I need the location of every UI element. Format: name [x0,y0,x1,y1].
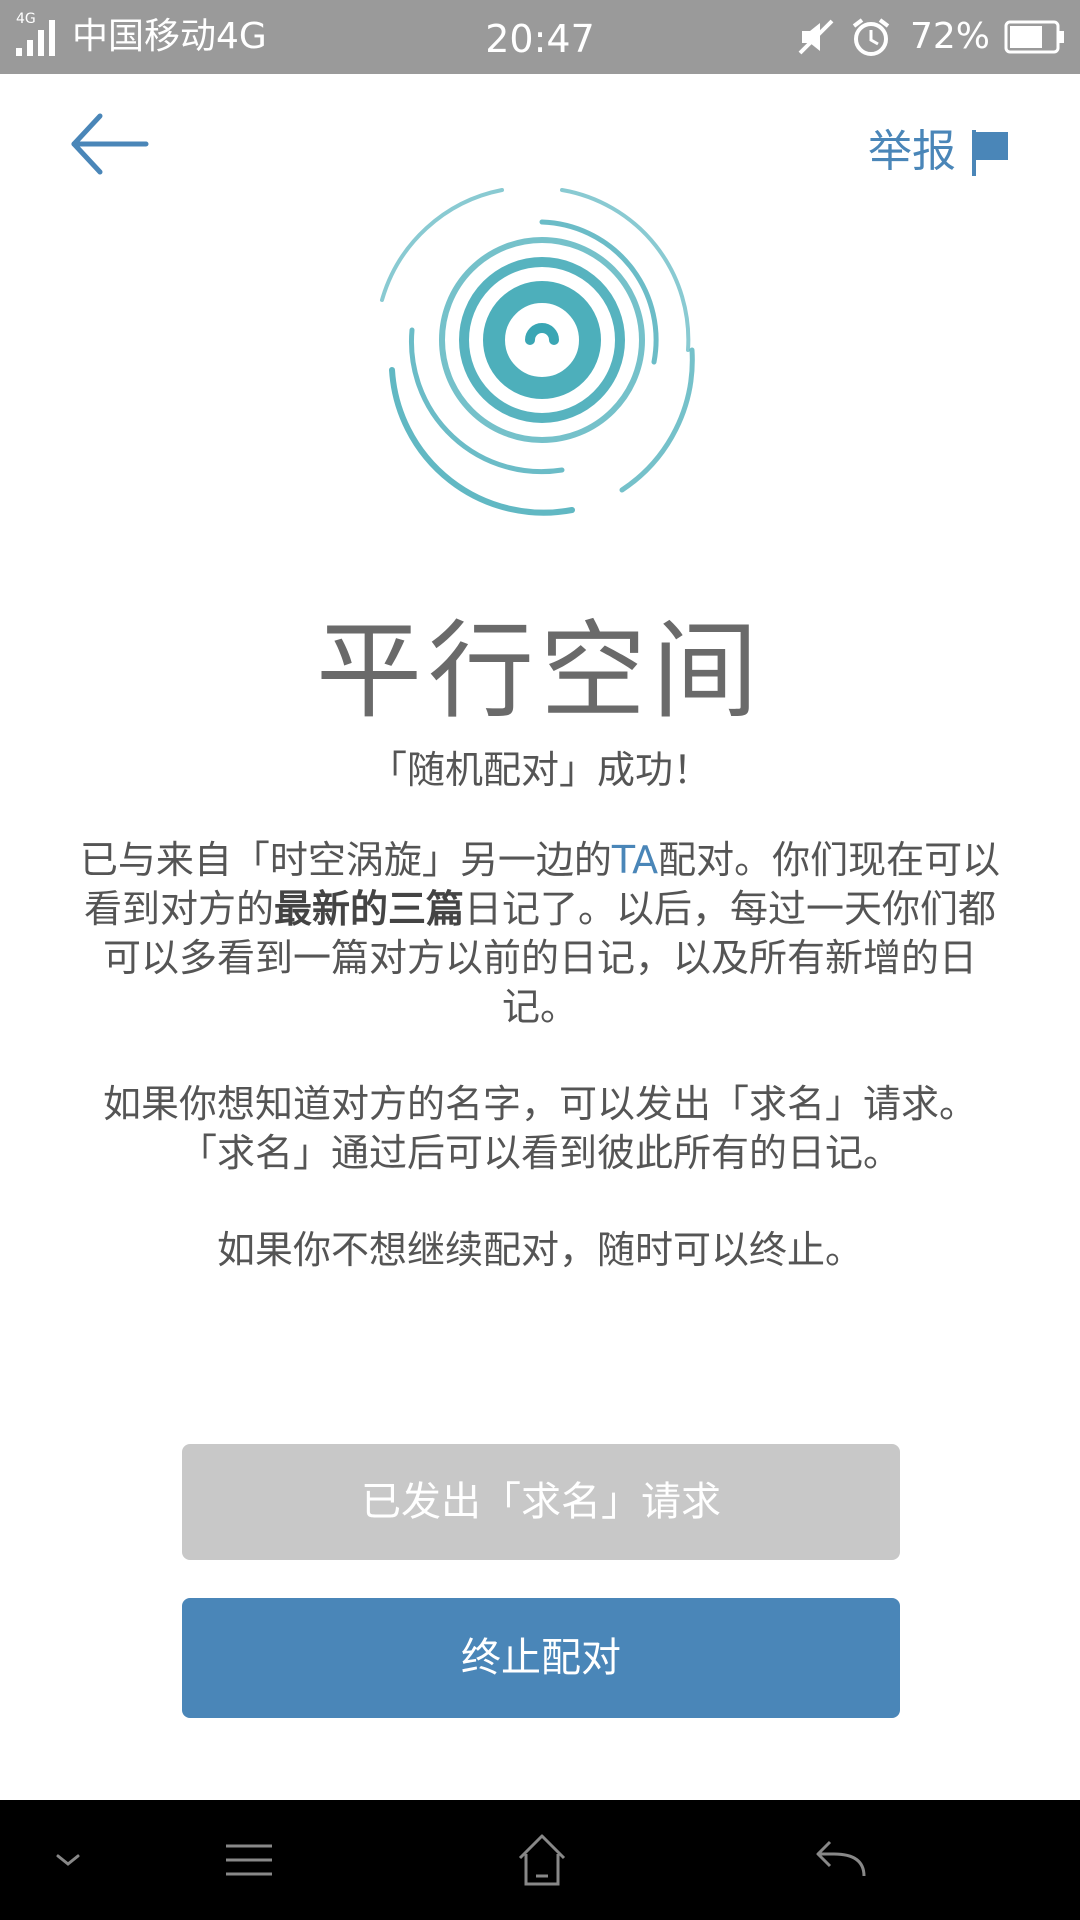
alarm-icon [852,18,890,56]
ta-highlight: TA [611,838,659,882]
intro-paragraph: 已与来自「时空涡旋」另一边的TA配对。你们现在可以看到对方的最新的三篇日记了。以… [70,836,1010,1032]
back-button[interactable] [68,108,152,184]
menu-icon[interactable] [222,1830,276,1890]
status-bar: 4G 中国移动4G 20:47 72% [0,0,1080,74]
request-name-button[interactable]: 已发出「求名」请求 [182,1444,900,1560]
mute-icon [798,19,834,55]
bold-text: 最新的三篇 [273,887,464,931]
flag-icon [972,130,1008,176]
chevron-down-icon[interactable] [52,1830,84,1890]
report-label: 举报 [868,126,956,177]
request-name-paragraph: 如果你想知道对方的名字，可以发出「求名」请求。「求名」通过后可以看到彼此所有的日… [102,1082,977,1175]
subtitle: 「随机配对」成功！ [368,748,711,792]
battery-icon [1004,20,1064,54]
intro-text-1: 已与来自「时空涡旋」另一边的 [79,838,612,882]
status-right-group: 72% [796,14,1066,60]
terminate-paragraph: 如果你不想继续配对，随时可以终止。 [216,1228,863,1272]
back-arrow-icon [71,113,149,175]
battery-percent: 72% [909,16,990,57]
report-button[interactable]: 举报 [868,122,1010,182]
spiral-logo-icon [380,188,695,516]
navigation-bar [0,1800,1080,1920]
stop-pairing-button[interactable]: 终止配对 [182,1598,900,1718]
back-icon[interactable] [814,1830,868,1890]
page-title: 平行空间 [316,610,764,733]
home-icon[interactable] [516,1830,568,1890]
